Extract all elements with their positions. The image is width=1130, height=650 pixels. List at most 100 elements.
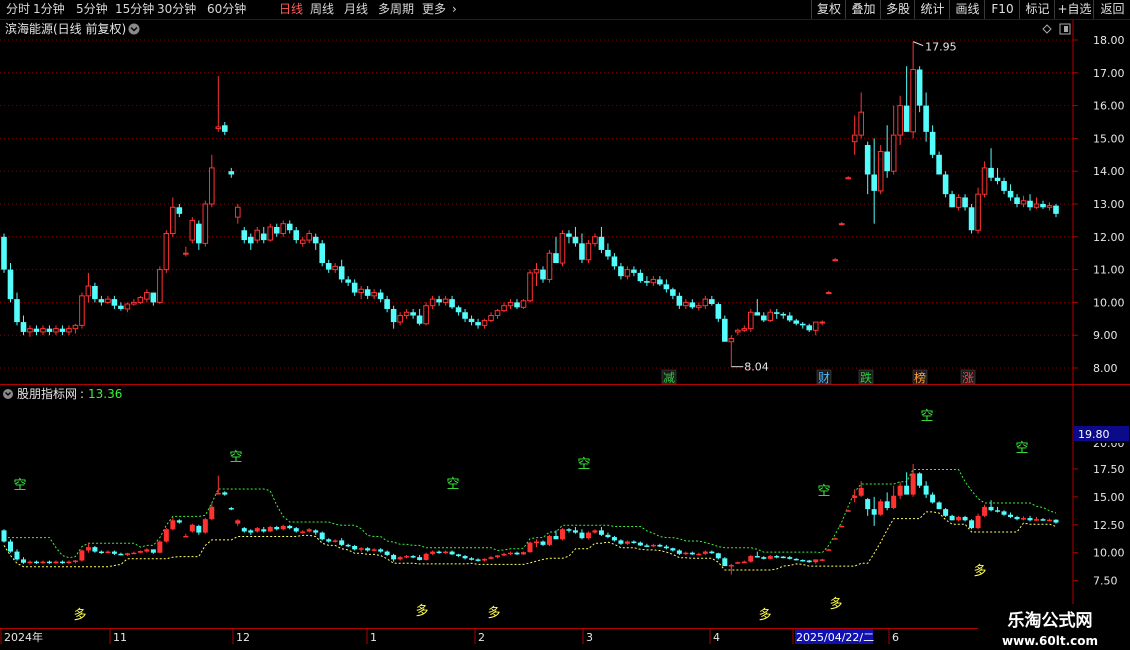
tab-period-8[interactable]: 月线 [344, 1, 368, 18]
chevron-down-icon[interactable] [128, 23, 140, 35]
kong-signal: 空 [446, 477, 459, 492]
event-badge[interactable]: 减 [661, 369, 677, 385]
indicator-bar [267, 525, 273, 533]
watermark-url: www.60lt.com [1002, 634, 1098, 648]
candle [566, 230, 572, 244]
indicator-bar [832, 537, 838, 540]
candle [864, 141, 871, 195]
price-tick-label: 9.00 [1093, 329, 1118, 342]
tab-period-4[interactable]: 30分钟 [157, 1, 196, 18]
candle [605, 243, 611, 260]
indicator-bar [495, 554, 501, 559]
candle [241, 226, 248, 244]
chevron-right-icon[interactable]: › [452, 1, 457, 18]
tab-period-10[interactable]: 更多 [422, 1, 446, 18]
indicator-bar [462, 554, 468, 560]
candle [462, 308, 468, 323]
toolbar-button-5[interactable]: F10 [984, 0, 1020, 19]
indicator-bar [85, 542, 91, 553]
tab-period-0[interactable]: 分时 [6, 1, 30, 18]
indicator-bar [910, 463, 916, 497]
indicator-bar [884, 492, 890, 511]
toolbar-button-1[interactable]: 叠加 [845, 0, 881, 19]
candle [696, 302, 702, 311]
indicator-bar [475, 558, 481, 562]
candle [1020, 195, 1027, 208]
candle [650, 276, 657, 286]
toolbar-button-6[interactable]: 标记 [1019, 0, 1055, 19]
candle [1027, 194, 1033, 211]
indicator-tick-label: 10.00 [1093, 547, 1125, 560]
candle [676, 292, 683, 309]
indicator-bar [767, 554, 773, 560]
candle [936, 151, 942, 175]
candle [144, 289, 150, 303]
indicator-bar [98, 550, 104, 554]
toolbar-button-7[interactable]: +自选 [1054, 0, 1094, 19]
panel-toggle-icon[interactable] [1059, 23, 1071, 35]
toolbar-button-4[interactable]: 画线 [949, 0, 985, 19]
indicator-bar [482, 558, 488, 562]
indicator-bar [300, 530, 306, 534]
event-label: 榜 [914, 370, 926, 385]
candle [494, 308, 501, 319]
indicator-bar [254, 527, 260, 533]
candle [176, 204, 183, 218]
tab-period-1[interactable]: 1分钟 [33, 1, 65, 18]
candle [196, 220, 202, 250]
candle [709, 295, 715, 306]
candle [838, 222, 845, 226]
event-badge[interactable]: 跌 [858, 369, 874, 385]
candle [618, 263, 624, 280]
diamond-icon[interactable] [1042, 24, 1052, 34]
indicator-bar [592, 529, 598, 534]
indicator-bar [988, 500, 994, 512]
toolbar-button-2[interactable]: 多股 [880, 0, 915, 19]
indicator-bar [1053, 519, 1059, 524]
candle [475, 318, 481, 329]
indicator-bar [293, 527, 299, 533]
candle [105, 295, 111, 305]
tab-period-9[interactable]: 多周期 [378, 1, 414, 18]
indicator-bar [365, 547, 371, 552]
candle [715, 302, 722, 323]
event-badge[interactable]: 财 [816, 369, 832, 385]
indicator-bar [280, 524, 286, 531]
tab-period-5[interactable]: 60分钟 [207, 1, 246, 18]
tab-period-6[interactable]: 日线 [279, 1, 303, 18]
indicator-bar [663, 544, 669, 550]
toolbar-button-8[interactable]: 返回 [1093, 0, 1130, 19]
candle [611, 253, 618, 270]
candle [929, 125, 936, 159]
indicator-menu-icon[interactable] [3, 389, 13, 399]
indicator-bar [618, 539, 624, 545]
candle [507, 299, 514, 309]
kline-chart[interactable]: 滨海能源(日线 前复权) 18.0017.0016.0015.0014.0013… [0, 20, 1130, 650]
candle [170, 197, 176, 237]
date-tick: 11 [109, 629, 127, 644]
toolbar-button-0[interactable]: 复权 [811, 0, 846, 19]
indicator-bar [1027, 515, 1033, 522]
indicator-bar [313, 529, 319, 535]
indicator-bar [540, 540, 546, 546]
tab-period-2[interactable]: 5分钟 [76, 1, 108, 18]
indicator-bar [533, 539, 539, 548]
indicator-bar [59, 560, 65, 564]
indicator-bar [878, 499, 884, 516]
indicator-bar [1014, 515, 1020, 521]
event-badge[interactable]: 涨 [960, 369, 976, 385]
toolbar-button-3[interactable]: 统计 [914, 0, 950, 19]
candle [923, 92, 929, 142]
candle [403, 308, 410, 319]
candle [338, 259, 345, 283]
event-badge[interactable]: 榜 [912, 369, 928, 385]
candle [79, 292, 85, 329]
tab-period-3[interactable]: 15分钟 [115, 1, 154, 18]
candle [234, 204, 241, 224]
tab-period-7[interactable]: 周线 [310, 1, 334, 18]
candle [46, 325, 53, 336]
candle [572, 226, 579, 247]
candle [33, 325, 40, 336]
date-tick-label: 2024年 [4, 630, 43, 644]
candle [1001, 177, 1007, 195]
